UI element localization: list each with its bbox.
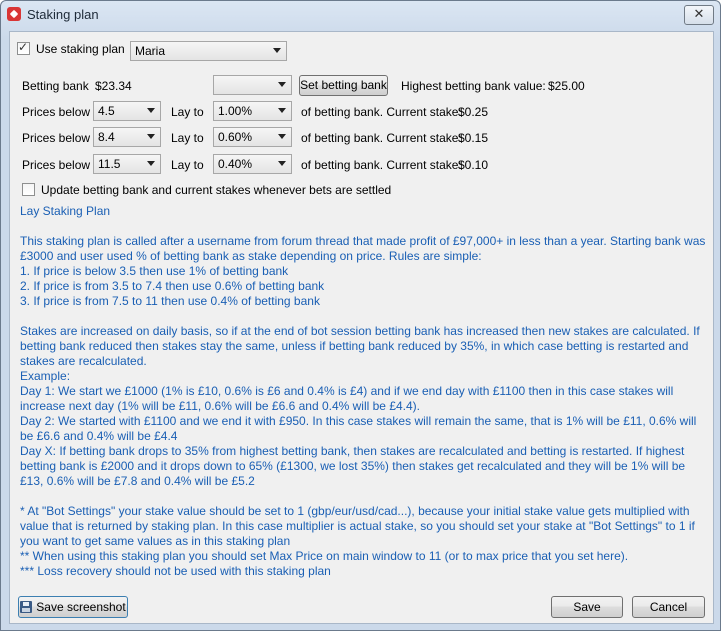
- chevron-down-icon: [278, 161, 286, 166]
- staking-plan-selected: Maria: [135, 44, 166, 58]
- chevron-down-icon: [147, 134, 155, 139]
- chevron-down-icon: [278, 134, 286, 139]
- chevron-down-icon: [147, 161, 155, 166]
- description-line: [20, 489, 710, 504]
- save-screenshot-label: Save screenshot: [36, 600, 126, 614]
- use-staking-plan-checkbox[interactable]: [17, 40, 30, 55]
- rule-2-price-select[interactable]: 8.4: [93, 127, 161, 147]
- rule-2-percent-select[interactable]: 0.60%: [213, 127, 292, 147]
- description-line: This staking plan is called after a user…: [20, 234, 706, 263]
- rule-3-stake: $0.10: [458, 158, 489, 172]
- rule-1-prices-below-label: Prices below: [22, 105, 91, 119]
- chevron-down-icon: [147, 108, 155, 113]
- chevron-down-icon: [278, 108, 286, 113]
- description-line: [20, 309, 710, 324]
- rule-2-suffix: of betting bank. Current stake:: [301, 131, 462, 145]
- highest-bank-value: $25.00: [548, 79, 585, 93]
- description-line: *** Loss recovery should not be used wit…: [20, 564, 331, 578]
- save-button[interactable]: Save: [551, 596, 623, 618]
- rule-3-price-value: 11.5: [98, 157, 121, 171]
- description-line: 1. If price is below 3.5 then use 1% of …: [20, 264, 289, 278]
- rule-2-percent-value: 0.60%: [218, 130, 253, 144]
- plan-title: Lay Staking Plan: [20, 204, 111, 218]
- save-screenshot-button[interactable]: Save screenshot: [18, 596, 128, 618]
- rule-3-lay-to-label: Lay to: [171, 158, 204, 172]
- highest-bank-label: Highest betting bank value:: [401, 79, 546, 93]
- rule-2-stake: $0.15: [458, 131, 489, 145]
- title-bar[interactable]: Staking plan ✕: [1, 1, 720, 29]
- rule-1-percent-value: 1.00%: [218, 104, 253, 118]
- cancel-button[interactable]: Cancel: [632, 596, 705, 618]
- close-button[interactable]: ✕: [684, 5, 714, 25]
- staking-plan-window: Staking plan ✕ Use staking plan Maria Be…: [0, 0, 721, 631]
- betting-bank-value: $23.34: [95, 79, 132, 93]
- use-staking-plan-label: Use staking plan: [36, 42, 125, 56]
- description-line: Day 2: We started with £1100 and we end …: [20, 414, 697, 443]
- floppy-disk-icon: [20, 601, 33, 613]
- rule-2-price-value: 8.4: [98, 130, 115, 144]
- description-line: * At "Bot Settings" your stake value sho…: [20, 504, 695, 548]
- staking-plan-select[interactable]: Maria: [130, 41, 287, 61]
- rule-3-suffix: of betting bank. Current stake:: [301, 158, 462, 172]
- rule-3-prices-below-label: Prices below: [22, 158, 91, 172]
- rule-3-price-select[interactable]: 11.5: [93, 154, 161, 174]
- rule-1-stake: $0.25: [458, 105, 489, 119]
- rule-2-prices-below-label: Prices below: [22, 131, 91, 145]
- description-line: 3. If price is from 7.5 to 11 then use 0…: [20, 294, 320, 308]
- window-title: Staking plan: [27, 7, 99, 22]
- rule-1-price-select[interactable]: 4.5: [93, 101, 161, 121]
- rule-2-lay-to-label: Lay to: [171, 131, 204, 145]
- rule-1-lay-to-label: Lay to: [171, 105, 204, 119]
- description-line: Day X: If betting bank drops to 35% from…: [20, 444, 686, 488]
- update-bank-label: Update betting bank and current stakes w…: [41, 183, 392, 197]
- description-line: Stakes are increased on daily basis, so …: [20, 324, 700, 368]
- chevron-down-icon: [273, 48, 281, 53]
- dialog-body: Use staking plan Maria Betting bank $23.…: [9, 31, 714, 624]
- plan-description: This staking plan is called after a user…: [20, 234, 710, 579]
- set-betting-bank-button[interactable]: Set betting bank: [299, 75, 388, 96]
- description-line: Day 1: We start we £1000 (1% is £10, 0.6…: [20, 384, 674, 413]
- app-icon: [7, 7, 21, 21]
- chevron-down-icon: [278, 82, 286, 87]
- rule-1-price-value: 4.5: [98, 104, 115, 118]
- rule-1-suffix: of betting bank. Current stake:: [301, 105, 462, 119]
- description-line: Example:: [20, 369, 71, 383]
- betting-bank-select[interactable]: [213, 75, 292, 95]
- description-line: 2. If price is from 3.5 to 7.4 then use …: [20, 279, 325, 293]
- rule-1-percent-select[interactable]: 1.00%: [213, 101, 292, 121]
- description-line: ** When using this staking plan you shou…: [20, 549, 629, 563]
- update-bank-checkbox[interactable]: [22, 183, 35, 196]
- rule-3-percent-value: 0.40%: [218, 157, 253, 171]
- betting-bank-label: Betting bank: [22, 79, 89, 93]
- rule-3-percent-select[interactable]: 0.40%: [213, 154, 292, 174]
